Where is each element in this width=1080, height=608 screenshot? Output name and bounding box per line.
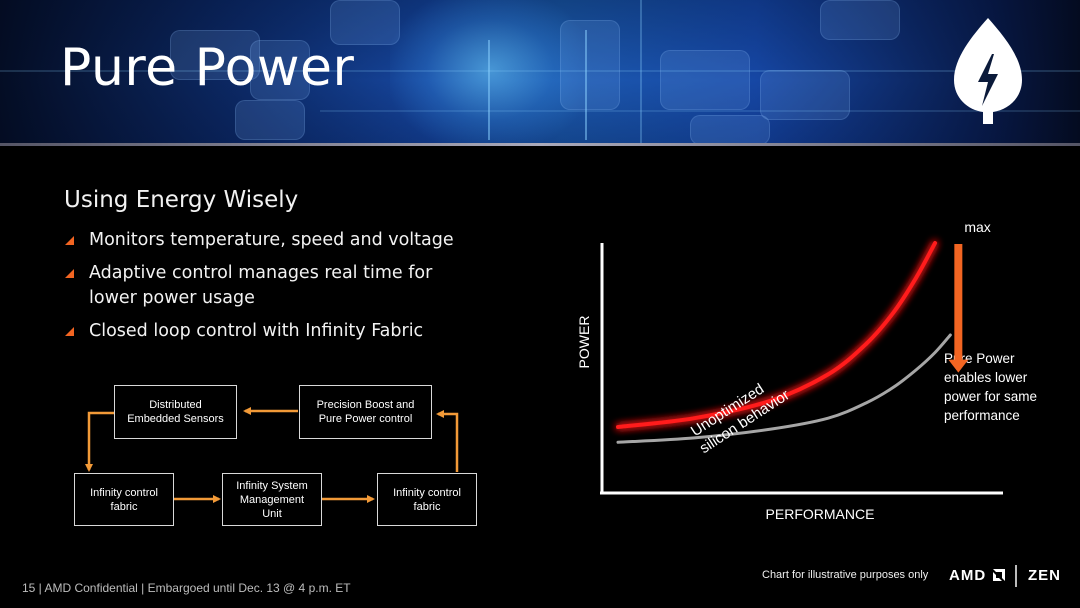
arrow-fabric-right-to-precision xyxy=(436,410,459,472)
annotation-line: power for same xyxy=(944,389,1037,404)
arrow-sensors-to-fabric-left xyxy=(85,411,114,472)
orange-down-arrow-shaft xyxy=(954,244,963,361)
node-infinity-fabric-left: Infinity control fabric xyxy=(74,473,174,526)
node-distributed-sensors: Distributed Embedded Sensors xyxy=(114,385,237,439)
x-axis-label: PERFORMANCE xyxy=(766,506,875,522)
unoptimized-curve-label: Unoptimizedsilicon behavior xyxy=(688,380,793,457)
node-label: Infinity control xyxy=(90,486,158,499)
max-label: max xyxy=(964,219,990,235)
node-label: Embedded Sensors xyxy=(127,413,224,425)
node-label: Infinity System xyxy=(236,479,308,492)
node-label: Management xyxy=(239,493,305,506)
annotation-line: performance xyxy=(944,408,1020,423)
power-performance-chart: maxUnoptimizedsilicon behaviorPure Power… xyxy=(576,219,1037,522)
node-label: fabric xyxy=(413,500,441,513)
chart-disclaimer: Chart for illustrative purposes only xyxy=(762,569,929,581)
node-label: Pure Power control xyxy=(318,413,413,425)
node-label: Distributed xyxy=(149,399,202,411)
amd-arrow-icon xyxy=(993,569,1005,581)
y-axis-label: POWER xyxy=(576,316,592,369)
node-label: Precision Boost and xyxy=(316,399,415,411)
amd-logo: AMD xyxy=(949,567,987,584)
zen-logo: ZEN xyxy=(1028,567,1061,584)
logo-divider xyxy=(1015,565,1017,587)
annotation-line: enables lower xyxy=(944,370,1028,385)
node-smu: Infinity System Management Unit xyxy=(222,473,322,526)
node-label: Infinity control xyxy=(393,486,461,499)
footer-text: 15 | AMD Confidential | Embargoed until … xyxy=(22,581,351,595)
node-label: fabric xyxy=(110,500,138,513)
node-label: Unit xyxy=(262,507,282,520)
node-precision-boost: Precision Boost and Pure Power control xyxy=(299,385,432,439)
node-infinity-fabric-right: Infinity control fabric xyxy=(377,473,477,526)
